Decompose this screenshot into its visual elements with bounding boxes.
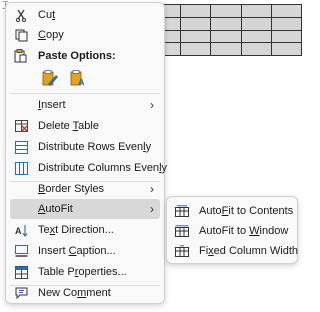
insert-label: Insert [38, 99, 66, 111]
svg-text:A: A [78, 77, 85, 87]
paste-options-heading: Paste Options: [14, 49, 116, 63]
comment-icon [14, 286, 28, 300]
scissors-icon [14, 8, 28, 22]
table-properties-menu-item[interactable]: Table Properties... [10, 262, 160, 282]
fixed-width-icon [175, 244, 189, 258]
autofit-window-icon [175, 224, 189, 238]
document-table[interactable] [149, 4, 303, 56]
autofit-submenu: AutoFit to Contents AutoFit to Window Fi… [166, 196, 298, 264]
autofit-menu-item[interactable]: AutoFit › [10, 199, 160, 219]
autofit-contents-icon [175, 204, 189, 218]
chevron-right-icon: › [150, 98, 154, 112]
insert-caption-menu-item[interactable]: Insert Caption... [10, 241, 160, 261]
fixed-column-width-menu-item[interactable]: Fixed Column Width [171, 241, 298, 261]
border-styles-label: Border Styles [38, 183, 105, 195]
insert-menu-item[interactable]: Insert › [10, 95, 160, 115]
context-menu: Cut Copy Paste Options: A Insert › Delet… [5, 2, 167, 304]
autofit-contents-menu-item[interactable]: AutoFit to Contents [171, 201, 293, 221]
insert-caption-label: Insert Caption... [38, 245, 116, 257]
paste-options-row: A [40, 69, 88, 89]
autofit-window-label: AutoFit to Window [199, 225, 289, 237]
autofit-contents-label: AutoFit to Contents [199, 205, 294, 217]
copy-icon [14, 28, 28, 42]
distribute-columns-icon [14, 161, 28, 175]
delete-table-label: Delete Table [38, 120, 99, 132]
cut-label: Cut [38, 9, 56, 21]
copy-menu-item[interactable]: Copy [10, 25, 160, 45]
distribute-columns-menu-item[interactable]: Distribute Columns Evenly [10, 158, 167, 178]
delete-table-menu-item[interactable]: Delete Table [10, 116, 160, 136]
new-comment-label: New Comment [38, 287, 111, 299]
chevron-right-icon: › [150, 182, 154, 196]
border-styles-menu-item[interactable]: Border Styles › [10, 179, 160, 199]
paste-keep-formatting-icon [41, 69, 59, 90]
text-direction-icon: A [14, 223, 28, 237]
clipboard-icon [14, 49, 28, 63]
distribute-rows-icon [14, 140, 28, 154]
delete-table-icon [14, 119, 28, 133]
paste-keep-text-button[interactable]: A [68, 69, 88, 89]
table-properties-icon [14, 265, 28, 279]
menu-separator [10, 93, 160, 94]
table-properties-label: Table Properties... [38, 266, 127, 278]
fixed-column-width-label: Fixed Column Width [199, 245, 299, 257]
distribute-rows-menu-item[interactable]: Distribute Rows Evenly [10, 137, 160, 157]
paste-keep-text-icon: A [69, 69, 87, 90]
chevron-right-icon: › [150, 202, 154, 216]
autofit-window-menu-item[interactable]: AutoFit to Window [171, 221, 293, 241]
copy-label: Copy [38, 29, 64, 41]
svg-text:A: A [15, 226, 22, 236]
text-direction-menu-item[interactable]: A Text Direction... [10, 220, 160, 240]
text-direction-label: Text Direction... [38, 224, 114, 236]
new-comment-menu-item[interactable]: New Comment [10, 283, 160, 303]
insert-caption-icon [14, 244, 28, 258]
cut-menu-item[interactable]: Cut [10, 5, 160, 25]
paste-keep-formatting-button[interactable] [40, 69, 60, 89]
autofit-label: AutoFit [38, 203, 73, 215]
distribute-columns-label: Distribute Columns Evenly [38, 162, 168, 174]
distribute-rows-label: Distribute Rows Evenly [38, 141, 152, 153]
